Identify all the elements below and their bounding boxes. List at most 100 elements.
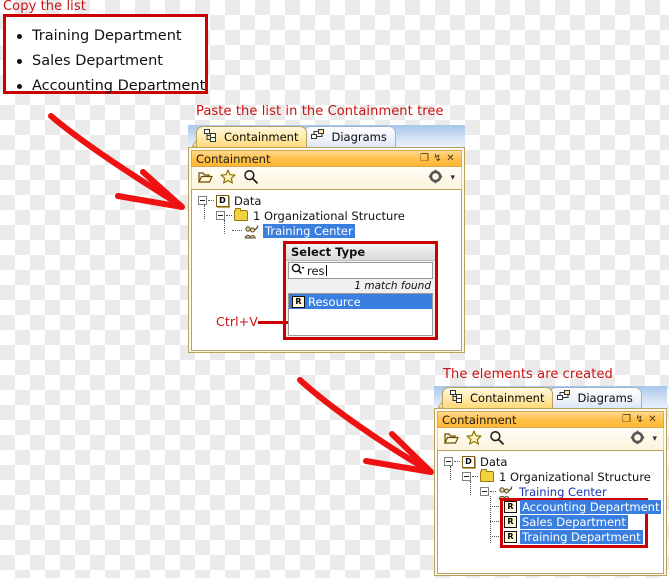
tree-node-label: Data	[234, 193, 262, 208]
containment-tree-icon	[450, 390, 463, 406]
resource-type-icon: R	[504, 500, 517, 513]
containment-tree-icon	[204, 129, 217, 145]
svg-text:T: T	[510, 486, 513, 491]
tree-node-data[interactable]: D Data	[198, 193, 263, 208]
titlebar-two: Containment ❐ ↯ ✕	[437, 411, 664, 428]
folder-icon	[234, 208, 248, 221]
tree-node-accounting-department[interactable]: R Accounting Department	[504, 499, 662, 514]
expander-icon[interactable]	[216, 211, 225, 220]
panel-title: Containment	[196, 151, 271, 166]
paste-hint-label: Paste the list in the Containment tree	[196, 104, 444, 119]
resource-type-icon: R	[504, 530, 517, 543]
gear-options-icon[interactable]	[630, 430, 645, 449]
search-input-value: res	[307, 263, 325, 278]
containment-window-two: Containment Diagrams Containment ❐ ↯ ✕ ▾…	[434, 386, 667, 576]
tab-label: Containment	[470, 391, 545, 405]
tree-node-label: Accounting Department	[520, 499, 662, 514]
open-folder-icon[interactable]	[198, 169, 213, 188]
tab-label: Diagrams	[577, 391, 633, 405]
list-item: Sales Department	[17, 49, 205, 74]
svg-text:T: T	[256, 225, 259, 230]
expander-icon[interactable]	[462, 472, 471, 481]
diagrams-icon	[557, 390, 571, 406]
tab-containment-one[interactable]: Containment	[196, 126, 308, 147]
tree-node-label: Training Department	[520, 529, 643, 544]
copy-list-box: Training Department Sales Department Acc…	[3, 14, 208, 94]
dropdown-arrow-icon[interactable]: ▾	[652, 434, 657, 444]
tab-label: Containment	[224, 130, 299, 144]
close-icon[interactable]: ✕	[646, 414, 659, 425]
tree-node-label: Training Center	[263, 223, 355, 238]
panel-body-two: Containment ❐ ↯ ✕ ▾ D Data 1 Organizatio…	[434, 408, 667, 576]
tab-diagrams-two[interactable]: Diagrams	[549, 387, 642, 408]
tree-node-label: 1 Organizational Structure	[499, 469, 651, 484]
tree-node-label: Sales Department	[520, 514, 628, 529]
tree-dotted-link	[232, 229, 242, 232]
select-type-search-input[interactable]: res	[288, 262, 433, 279]
match-count-label: 1 match found	[354, 280, 431, 292]
tree-node-label: Training Center	[519, 484, 607, 499]
tree-dotted-link	[454, 460, 460, 463]
tree-connector	[490, 536, 499, 537]
restore-icon[interactable]: ❐	[418, 153, 431, 164]
tab-containment-two[interactable]: Containment	[442, 387, 554, 408]
select-type-dialog[interactable]: Select Type res 1 match found R Resource	[283, 241, 438, 340]
close-icon[interactable]: ✕	[444, 153, 457, 164]
toolbar-two: ▾	[437, 428, 664, 450]
panel-title: Containment	[442, 412, 517, 427]
pin-icon[interactable]: ↯	[431, 153, 444, 164]
result-row-resource[interactable]: R Resource	[289, 294, 432, 309]
titlebar-one: Containment ❐ ↯ ✕	[191, 150, 462, 167]
tree-node-label: 1 Organizational Structure	[253, 208, 405, 223]
tree-node-training-department[interactable]: R Training Department	[504, 529, 643, 544]
tab-diagrams-one[interactable]: Diagrams	[303, 126, 396, 147]
search-dropdown-icon[interactable]	[291, 263, 306, 278]
tree-node-training-center[interactable]: T Training Center	[480, 484, 609, 499]
restore-icon[interactable]: ❐	[620, 414, 633, 425]
copy-list: Training Department Sales Department Acc…	[6, 17, 205, 99]
tree-dotted-link	[226, 214, 232, 217]
folder-icon	[480, 469, 494, 482]
tree-node-data[interactable]: D Data	[444, 454, 509, 469]
tabstrip-two: Containment Diagrams	[434, 386, 667, 408]
tree-dotted-link	[472, 475, 478, 478]
model-data-icon: D	[216, 194, 229, 207]
expander-icon[interactable]	[444, 457, 453, 466]
tree-node-org-structure[interactable]: 1 Organizational Structure	[462, 469, 653, 484]
gear-options-icon[interactable]	[428, 169, 443, 188]
list-item: Accounting Department	[17, 74, 205, 99]
model-data-icon: D	[462, 455, 475, 468]
actor-group-icon: T	[498, 485, 514, 499]
tree-node-org-structure[interactable]: 1 Organizational Structure	[216, 208, 407, 223]
select-type-title: Select Type	[286, 244, 435, 261]
tree-connector	[490, 521, 499, 522]
favorite-star-icon[interactable]	[220, 168, 236, 188]
open-folder-icon[interactable]	[444, 430, 459, 449]
list-item: Training Department	[17, 24, 205, 49]
tree-connector	[490, 506, 499, 507]
expander-icon[interactable]	[198, 196, 207, 205]
ctrl-v-leader-line	[258, 321, 288, 324]
tree-node-sales-department[interactable]: R Sales Department	[504, 514, 628, 529]
favorite-star-icon[interactable]	[466, 429, 482, 449]
tabstrip-one: Containment Diagrams	[188, 125, 465, 147]
dropdown-arrow-icon[interactable]: ▾	[450, 173, 455, 183]
copy-the-list-label: Copy the list	[3, 0, 86, 14]
tree-area-two[interactable]: D Data 1 Organizational Structure T Trai…	[437, 450, 664, 574]
actor-group-icon: T	[244, 224, 260, 238]
tab-label: Diagrams	[331, 130, 387, 144]
diagrams-icon	[311, 129, 325, 145]
resource-type-icon: R	[504, 515, 517, 528]
pin-icon[interactable]: ↯	[633, 414, 646, 425]
text-caret	[325, 265, 327, 276]
search-icon[interactable]	[489, 430, 504, 449]
ctrl-v-label: Ctrl+V	[216, 314, 258, 329]
resource-type-icon: R	[292, 295, 305, 308]
expander-icon[interactable]	[480, 487, 489, 496]
toolbar-one: ▾	[191, 167, 462, 189]
tree-node-training-center[interactable]: T Training Center	[232, 223, 355, 238]
tree-node-label: Data	[480, 454, 508, 469]
select-type-result-list[interactable]: R Resource	[288, 293, 433, 336]
search-icon[interactable]	[243, 169, 258, 188]
elements-created-label: The elements are created	[443, 367, 613, 382]
